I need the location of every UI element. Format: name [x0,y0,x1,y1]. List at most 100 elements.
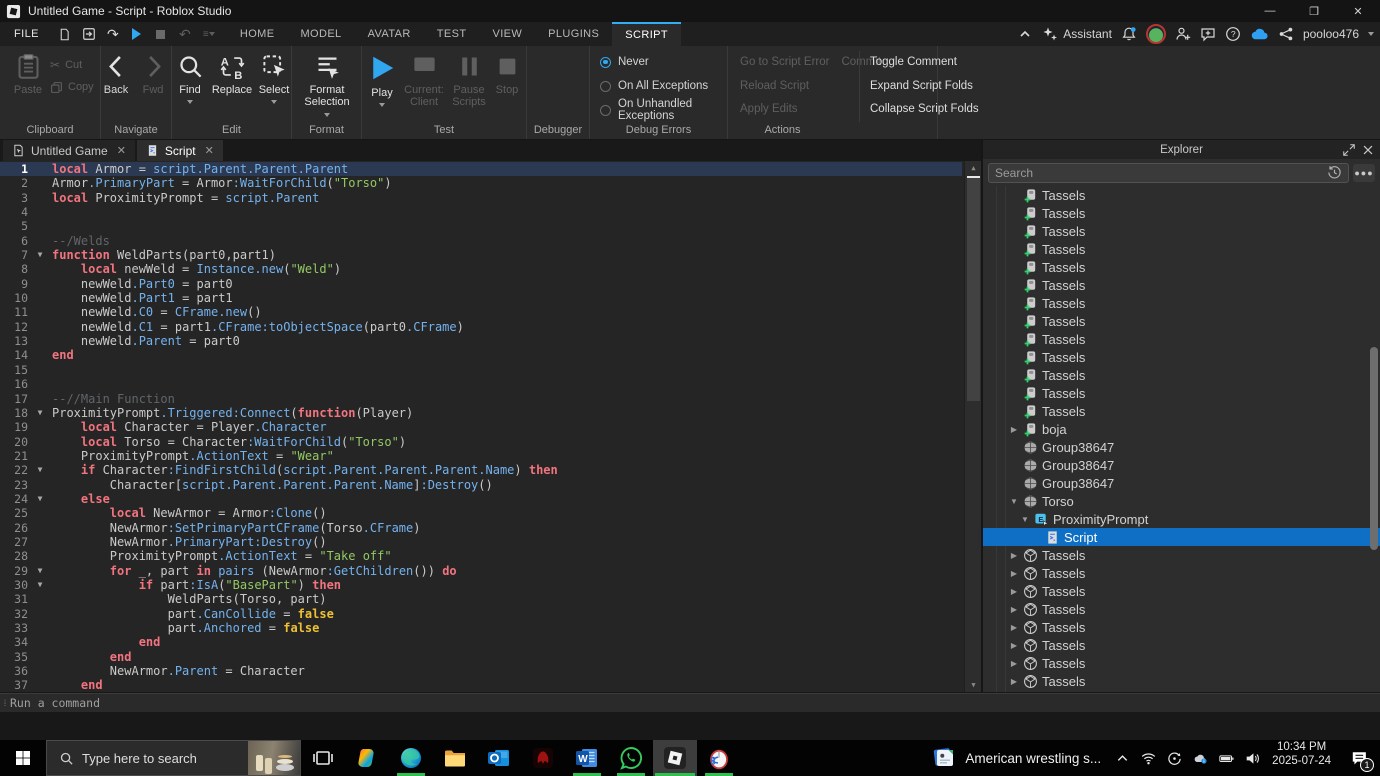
expand-script-folds-button[interactable]: Expand Script Folds [870,75,979,99]
tree-item-tassels[interactable]: Tassels [983,294,1380,312]
editor-scrollbar[interactable]: ▲ ▼ [964,161,981,692]
current-client-button[interactable]: Current:Client [400,53,448,108]
debug-radio-0[interactable]: Never [600,50,727,74]
cut-button[interactable]: ✂Cut [50,54,94,76]
debug-radio-1[interactable]: On All Exceptions [600,74,727,98]
code-line[interactable]: 1local Armor = script.Parent.Parent.Pare… [0,162,962,176]
menu-tab-script[interactable]: SCRIPT [612,22,681,46]
code-line[interactable]: 34 end [0,635,962,649]
code-line[interactable]: 12 newWeld.C1 = part1.CFrame:toObjectSpa… [0,320,962,334]
tree-item-tassels[interactable]: Tassels [983,204,1380,222]
chevron-down-icon[interactable]: ▼ [1009,497,1019,506]
notifications-bell-icon[interactable] [1121,26,1137,42]
tree-item-tassels[interactable]: Tassels [983,330,1380,348]
code-line[interactable]: 16 [0,377,962,391]
chevron-right-icon[interactable]: ▶ [1009,623,1019,632]
tree-item-tassels[interactable]: ▶Tassels [983,600,1380,618]
stop-button[interactable]: Stop [488,53,526,96]
tree-item-tassels[interactable]: Tassels [983,348,1380,366]
username[interactable]: pooloo476 [1303,27,1359,41]
code-line[interactable]: 22▼ if Character:FindFirstChild(script.P… [0,463,962,477]
play-button[interactable]: Play [362,53,402,107]
code-line[interactable]: 2Armor.PrimaryPart = Armor:WaitForChild(… [0,176,962,190]
paste-button[interactable]: Paste [2,53,54,96]
code-line[interactable]: 21 ProximityPrompt.ActionText = "Wear" [0,449,962,463]
code-line[interactable]: 5 [0,219,962,233]
tree-item-tassels[interactable]: Tassels [983,402,1380,420]
tray-wifi-icon[interactable] [1137,744,1159,772]
taskbar-app-file-explorer[interactable] [433,740,477,776]
avatar[interactable] [1146,24,1166,44]
tree-item-proximityprompt[interactable]: ▼EProximityPrompt [983,510,1380,528]
action-center-button[interactable]: 1 [1340,740,1380,776]
minimize-button[interactable]: — [1248,0,1292,22]
tray-onedrive-icon[interactable] [1189,744,1211,772]
code-line[interactable]: 3local ProximityPrompt = script.Parent [0,191,962,205]
code-line[interactable]: 35 end [0,650,962,664]
apply-edits-button[interactable]: Apply Edits [740,98,853,122]
feedback-icon[interactable] [1200,26,1216,42]
add-collaborator-icon[interactable] [1175,26,1191,42]
taskbar-app-auto-clicker[interactable] [697,740,741,776]
tree-item-tassels[interactable]: Tassels [983,276,1380,294]
assistant-button[interactable]: Assistant [1042,26,1112,42]
tree-item-tassels[interactable]: Tassels [983,258,1380,276]
fold-arrow-icon[interactable]: ▼ [28,492,52,506]
tree-item-tassels[interactable]: ▶Tassels [983,672,1380,690]
chevron-right-icon[interactable]: ▶ [1009,659,1019,668]
code-line[interactable]: 29▼ for _, part in pairs (NewArmor:GetCh… [0,564,962,578]
code-line[interactable]: 8 local newWeld = Instance.new("Weld") [0,262,962,276]
code-line[interactable]: 4 [0,205,962,219]
debug-radio-2[interactable]: On Unhandled Exceptions [600,98,727,122]
tree-item-tassels[interactable]: Tassels [983,366,1380,384]
redo-icon[interactable]: ↷ [101,23,125,45]
tree-item-group38647[interactable]: Group38647 [983,474,1380,492]
menu-tab-view[interactable]: VIEW [479,22,535,46]
forward-button[interactable]: Fwd [133,53,173,96]
tree-item-tassels[interactable]: ▶Tassels [983,636,1380,654]
chevron-right-icon[interactable]: ▶ [1009,605,1019,614]
code-line[interactable]: 36 NewArmor.Parent = Character [0,664,962,678]
taskbar-app-task-view[interactable] [301,740,345,776]
fold-arrow-icon[interactable]: ▼ [28,406,52,420]
tray-windows-update-icon[interactable] [1163,744,1185,772]
code-line[interactable]: 11 newWeld.C0 = CFrame.new() [0,305,962,319]
tree-item-tassels[interactable]: Tassels [983,384,1380,402]
doc-tab-script[interactable]: Script✕ [137,140,223,161]
start-button[interactable] [0,740,46,776]
code-line[interactable]: 15 [0,363,962,377]
tree-item-tassels[interactable]: ▶Tassels [983,654,1380,672]
share-icon[interactable] [1278,26,1294,42]
back-button[interactable]: Back [94,53,138,96]
code-line[interactable]: 37 end [0,678,962,692]
pop-in-icon[interactable] [1342,143,1356,157]
code-line[interactable]: 14end [0,348,962,362]
taskbar-app-outlook[interactable] [477,740,521,776]
taskbar-app-word[interactable]: W [565,740,609,776]
reload-script-button[interactable]: Reload Script [740,75,853,99]
chevron-right-icon[interactable]: ▶ [1009,587,1019,596]
collapse-ribbon-icon[interactable] [1017,26,1033,42]
chevron-down-icon[interactable]: ▼ [1020,515,1030,524]
menu-tab-model[interactable]: MODEL [287,22,354,46]
taskbar-search-input[interactable]: Type here to search [46,740,301,776]
new-place-icon[interactable] [53,23,77,45]
goto-script-error-button[interactable]: Go to Script Error [740,51,829,75]
code-line[interactable]: 10 newWeld.Part1 = part1 [0,291,962,305]
cloud-sync-icon[interactable] [1250,26,1269,42]
chevron-right-icon[interactable]: ▶ [1009,425,1019,434]
code-line[interactable]: 23 Character[script.Parent.Parent.Parent… [0,478,962,492]
tree-item-tassels[interactable]: ▶Tassels [983,582,1380,600]
tree-item-tassels[interactable]: Tassels [983,240,1380,258]
tree-item-tassels[interactable]: Tassels [983,312,1380,330]
maximize-button[interactable]: ❐ [1292,0,1336,22]
command-bar-grip[interactable]: ⁞ [0,698,10,709]
customize-quick-access-icon[interactable]: ≡ [197,23,221,45]
taskbar-app-roblox-studio[interactable] [653,740,697,776]
editor-scrollbar-thumb[interactable] [967,176,980,401]
close-panel-icon[interactable] [1361,143,1375,157]
undo-icon[interactable]: ↶ [173,23,197,45]
code-line[interactable]: 24▼ else [0,492,962,506]
close-tab-icon[interactable]: ✕ [117,144,126,157]
code-line[interactable]: 20 local Torso = Character:WaitForChild(… [0,435,962,449]
